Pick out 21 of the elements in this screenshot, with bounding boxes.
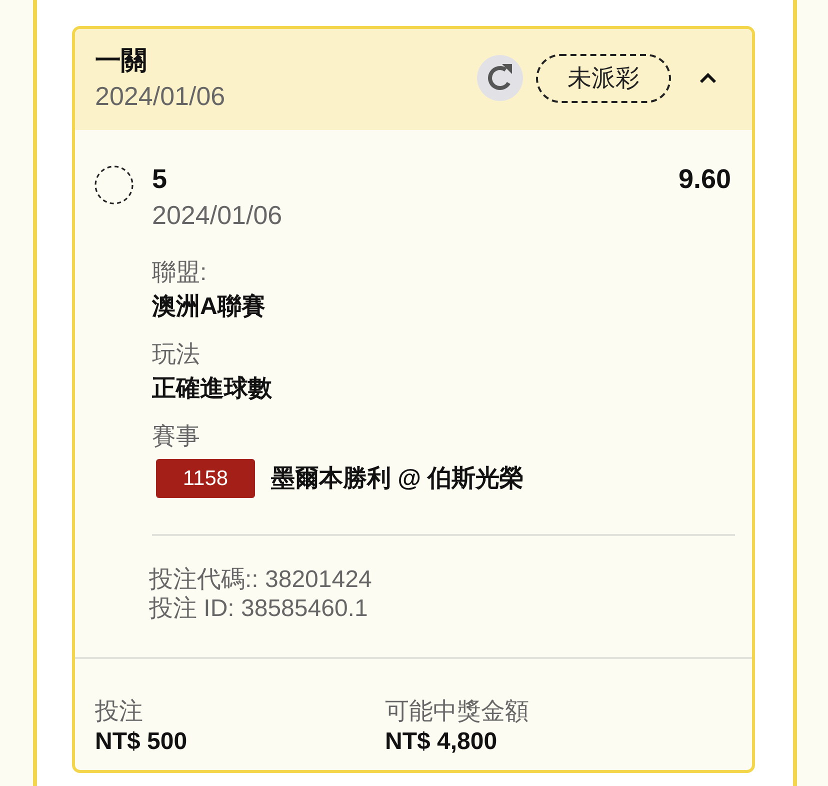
summary-amount: NT$ 500 <box>95 727 188 757</box>
summary-label: 投注 <box>95 697 144 727</box>
refresh-icon[interactable] <box>477 55 523 101</box>
reference-text: 投注 ID: 38585460.1 <box>149 594 369 623</box>
match-date: 2024/01/06 <box>152 199 282 232</box>
field-value: 正確進球數 <box>152 374 273 404</box>
summary-label: 可能中獎金額 <box>385 697 530 727</box>
field-label: 聯盟: <box>152 258 208 288</box>
bet-type-title: 一關 <box>95 44 148 77</box>
reference-text: 投注代碼:: 38201424 <box>149 565 373 594</box>
field-label: 賽事 <box>152 422 201 452</box>
status-tag: 未派彩 <box>536 54 671 102</box>
field-label: 玩法 <box>152 340 201 370</box>
chevron-up-icon[interactable] <box>699 72 717 84</box>
match-code-tag: 1158 <box>156 459 255 498</box>
odds-text: 9.60 <box>678 163 731 196</box>
bet-date: 2024/01/06 <box>95 80 226 113</box>
summary-amount: NT$ 4,800 <box>385 727 498 757</box>
selection-text: 5 <box>152 163 168 196</box>
field-value: 澳洲A聯賽 <box>152 292 266 322</box>
match-name: 墨爾本勝利 @ 伯斯光榮 <box>271 464 524 494</box>
